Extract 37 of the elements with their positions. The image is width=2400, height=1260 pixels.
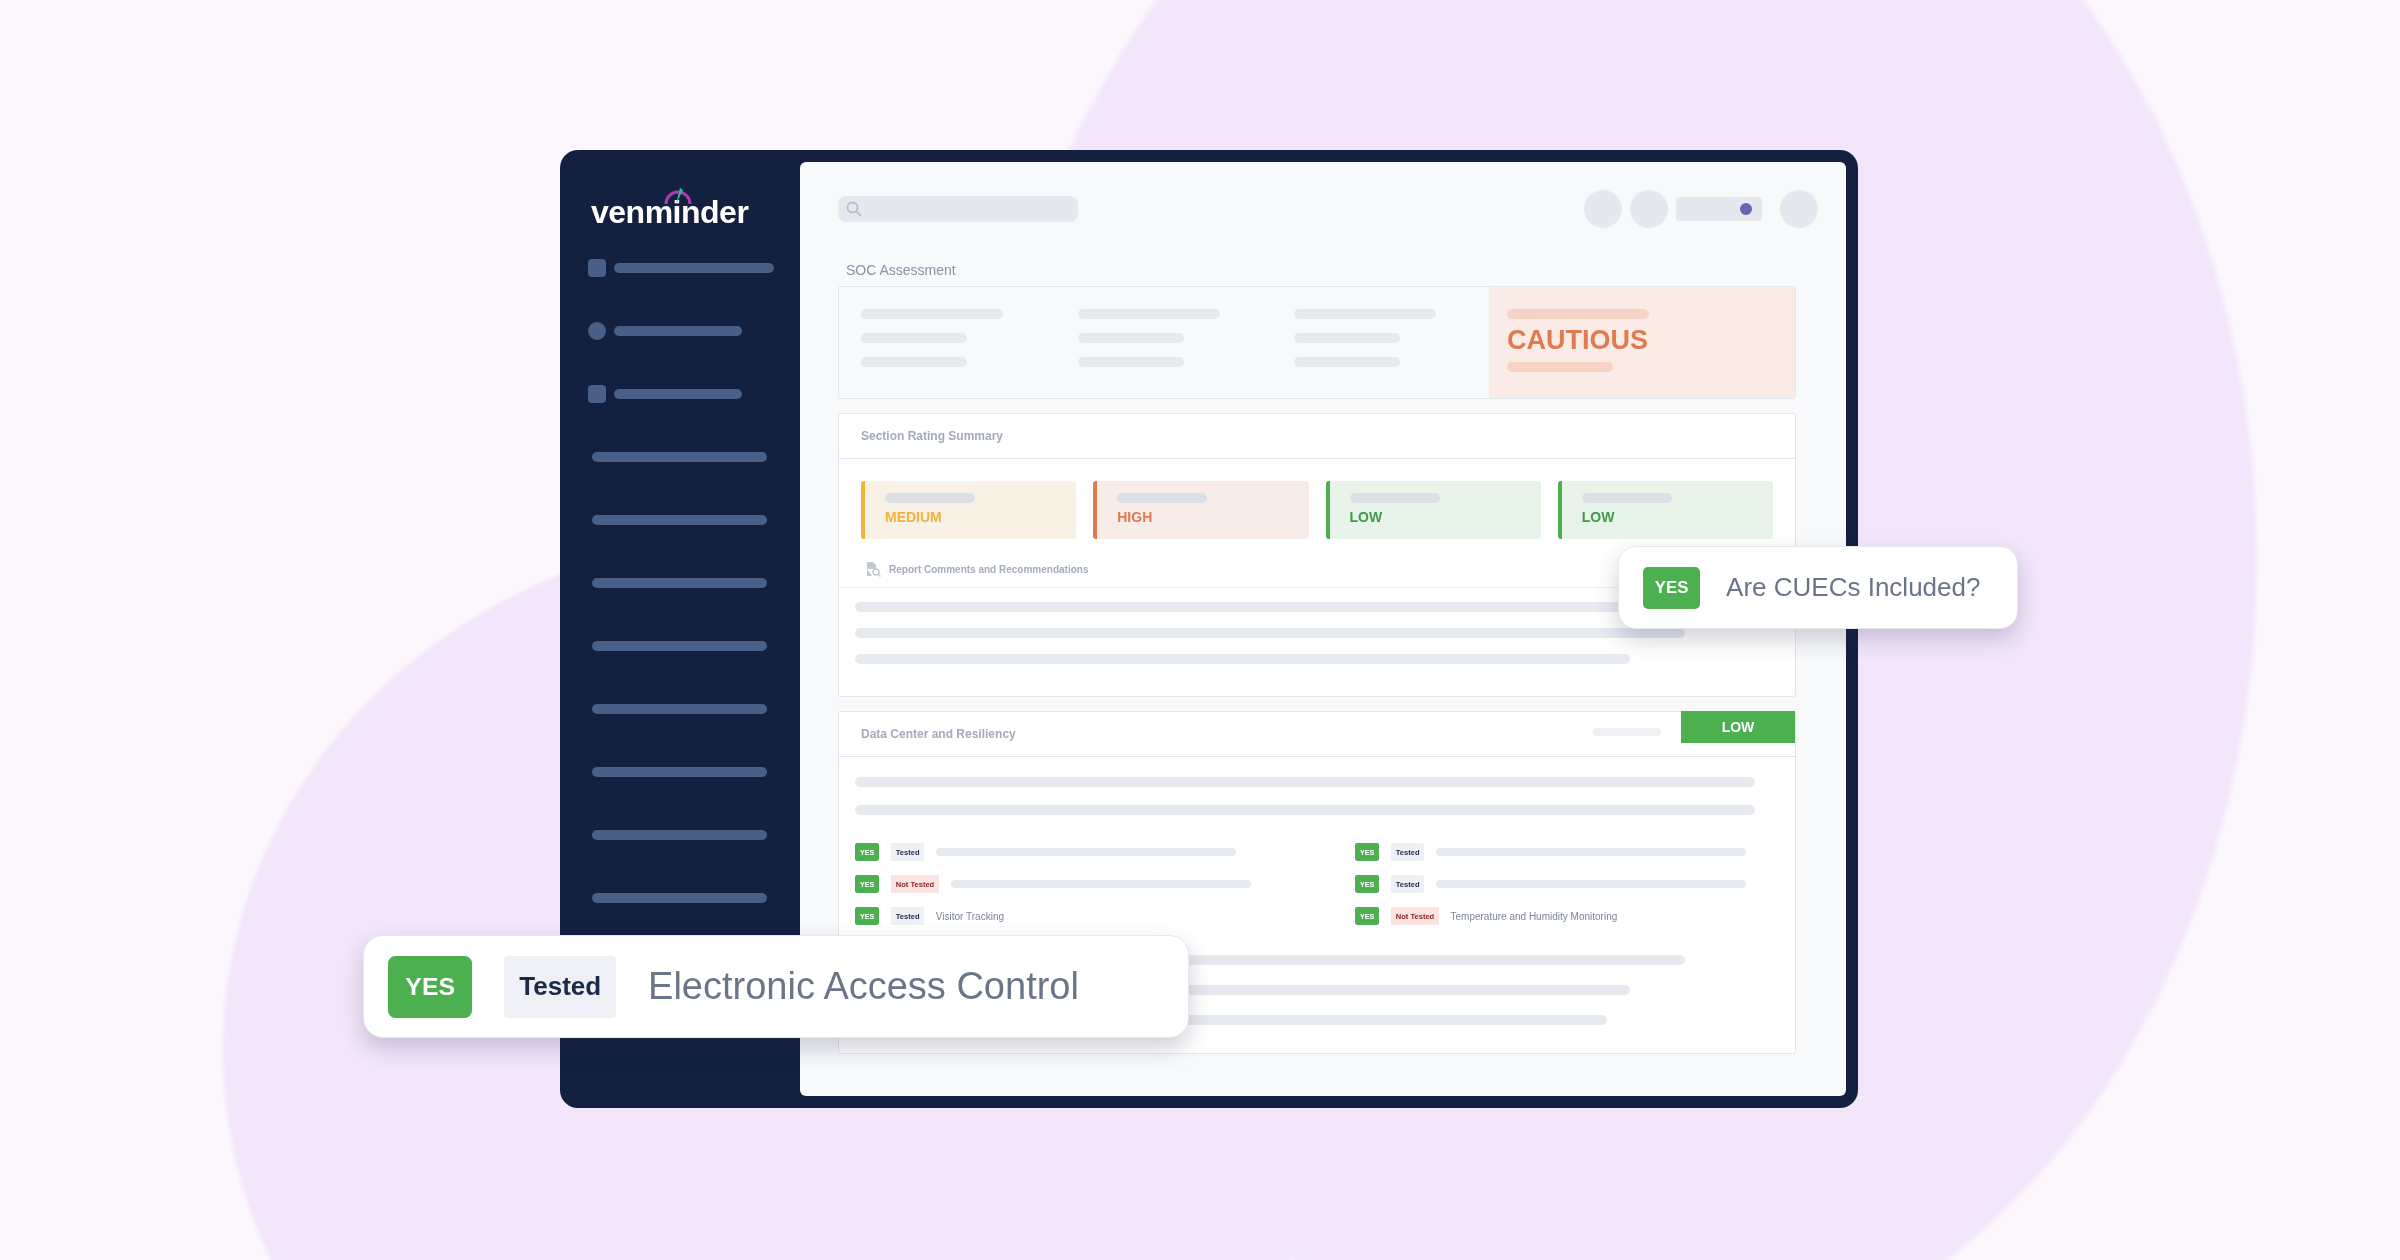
toggle-dot [1740,203,1752,215]
logo: venminder [591,184,749,230]
nav-item-bar[interactable] [592,703,767,714]
rating-label: HIGH [1117,509,1154,525]
rating-badge: LOW [1681,711,1795,743]
nav-item-bar[interactable] [592,514,767,525]
nav-item-bar[interactable] [592,892,767,903]
card-title: Section Rating Summary [861,429,1004,443]
callout-label: Electronic Access Control [648,965,1079,1008]
nav-item-bar[interactable] [592,640,767,651]
document-search-icon [865,561,881,577]
nav-icon[interactable] [588,384,606,403]
comments-link[interactable]: Report Comments and Recommendations [889,563,1089,575]
status-badge: Tested [504,955,617,1018]
card-title: Data Center and Resiliency [861,727,1016,741]
nav-item-bar[interactable] [592,766,767,777]
control-label: Temperature and Humidity Monitoring [1450,910,1618,922]
nav-item-bar[interactable] [592,451,767,462]
answer-badge: YES [388,955,473,1018]
nav-item-bar[interactable] [592,577,767,588]
search-field[interactable] [838,196,1078,222]
search-icon [846,201,862,217]
nav-icon[interactable] [588,321,606,340]
callout-label: Are CUECs Included? [1726,572,1981,603]
section-title: SOC Assessment [846,262,957,278]
rating-label: LOW [1349,509,1384,525]
nav-item-bar[interactable] [614,388,742,399]
toggle-pill[interactable] [1676,197,1762,221]
nav-item-bar[interactable] [592,829,767,840]
overall-rating: CAUTIOUS [1507,325,1649,356]
answer-badge: YES [1643,566,1701,609]
nav-item-bar[interactable] [614,262,774,273]
nav-item-bar[interactable] [614,325,742,336]
rating-label: MEDIUM [885,509,943,525]
nav-icon[interactable] [588,258,606,277]
rating-label: LOW [1581,509,1616,525]
control-label: Visitor Tracking [935,910,1005,922]
